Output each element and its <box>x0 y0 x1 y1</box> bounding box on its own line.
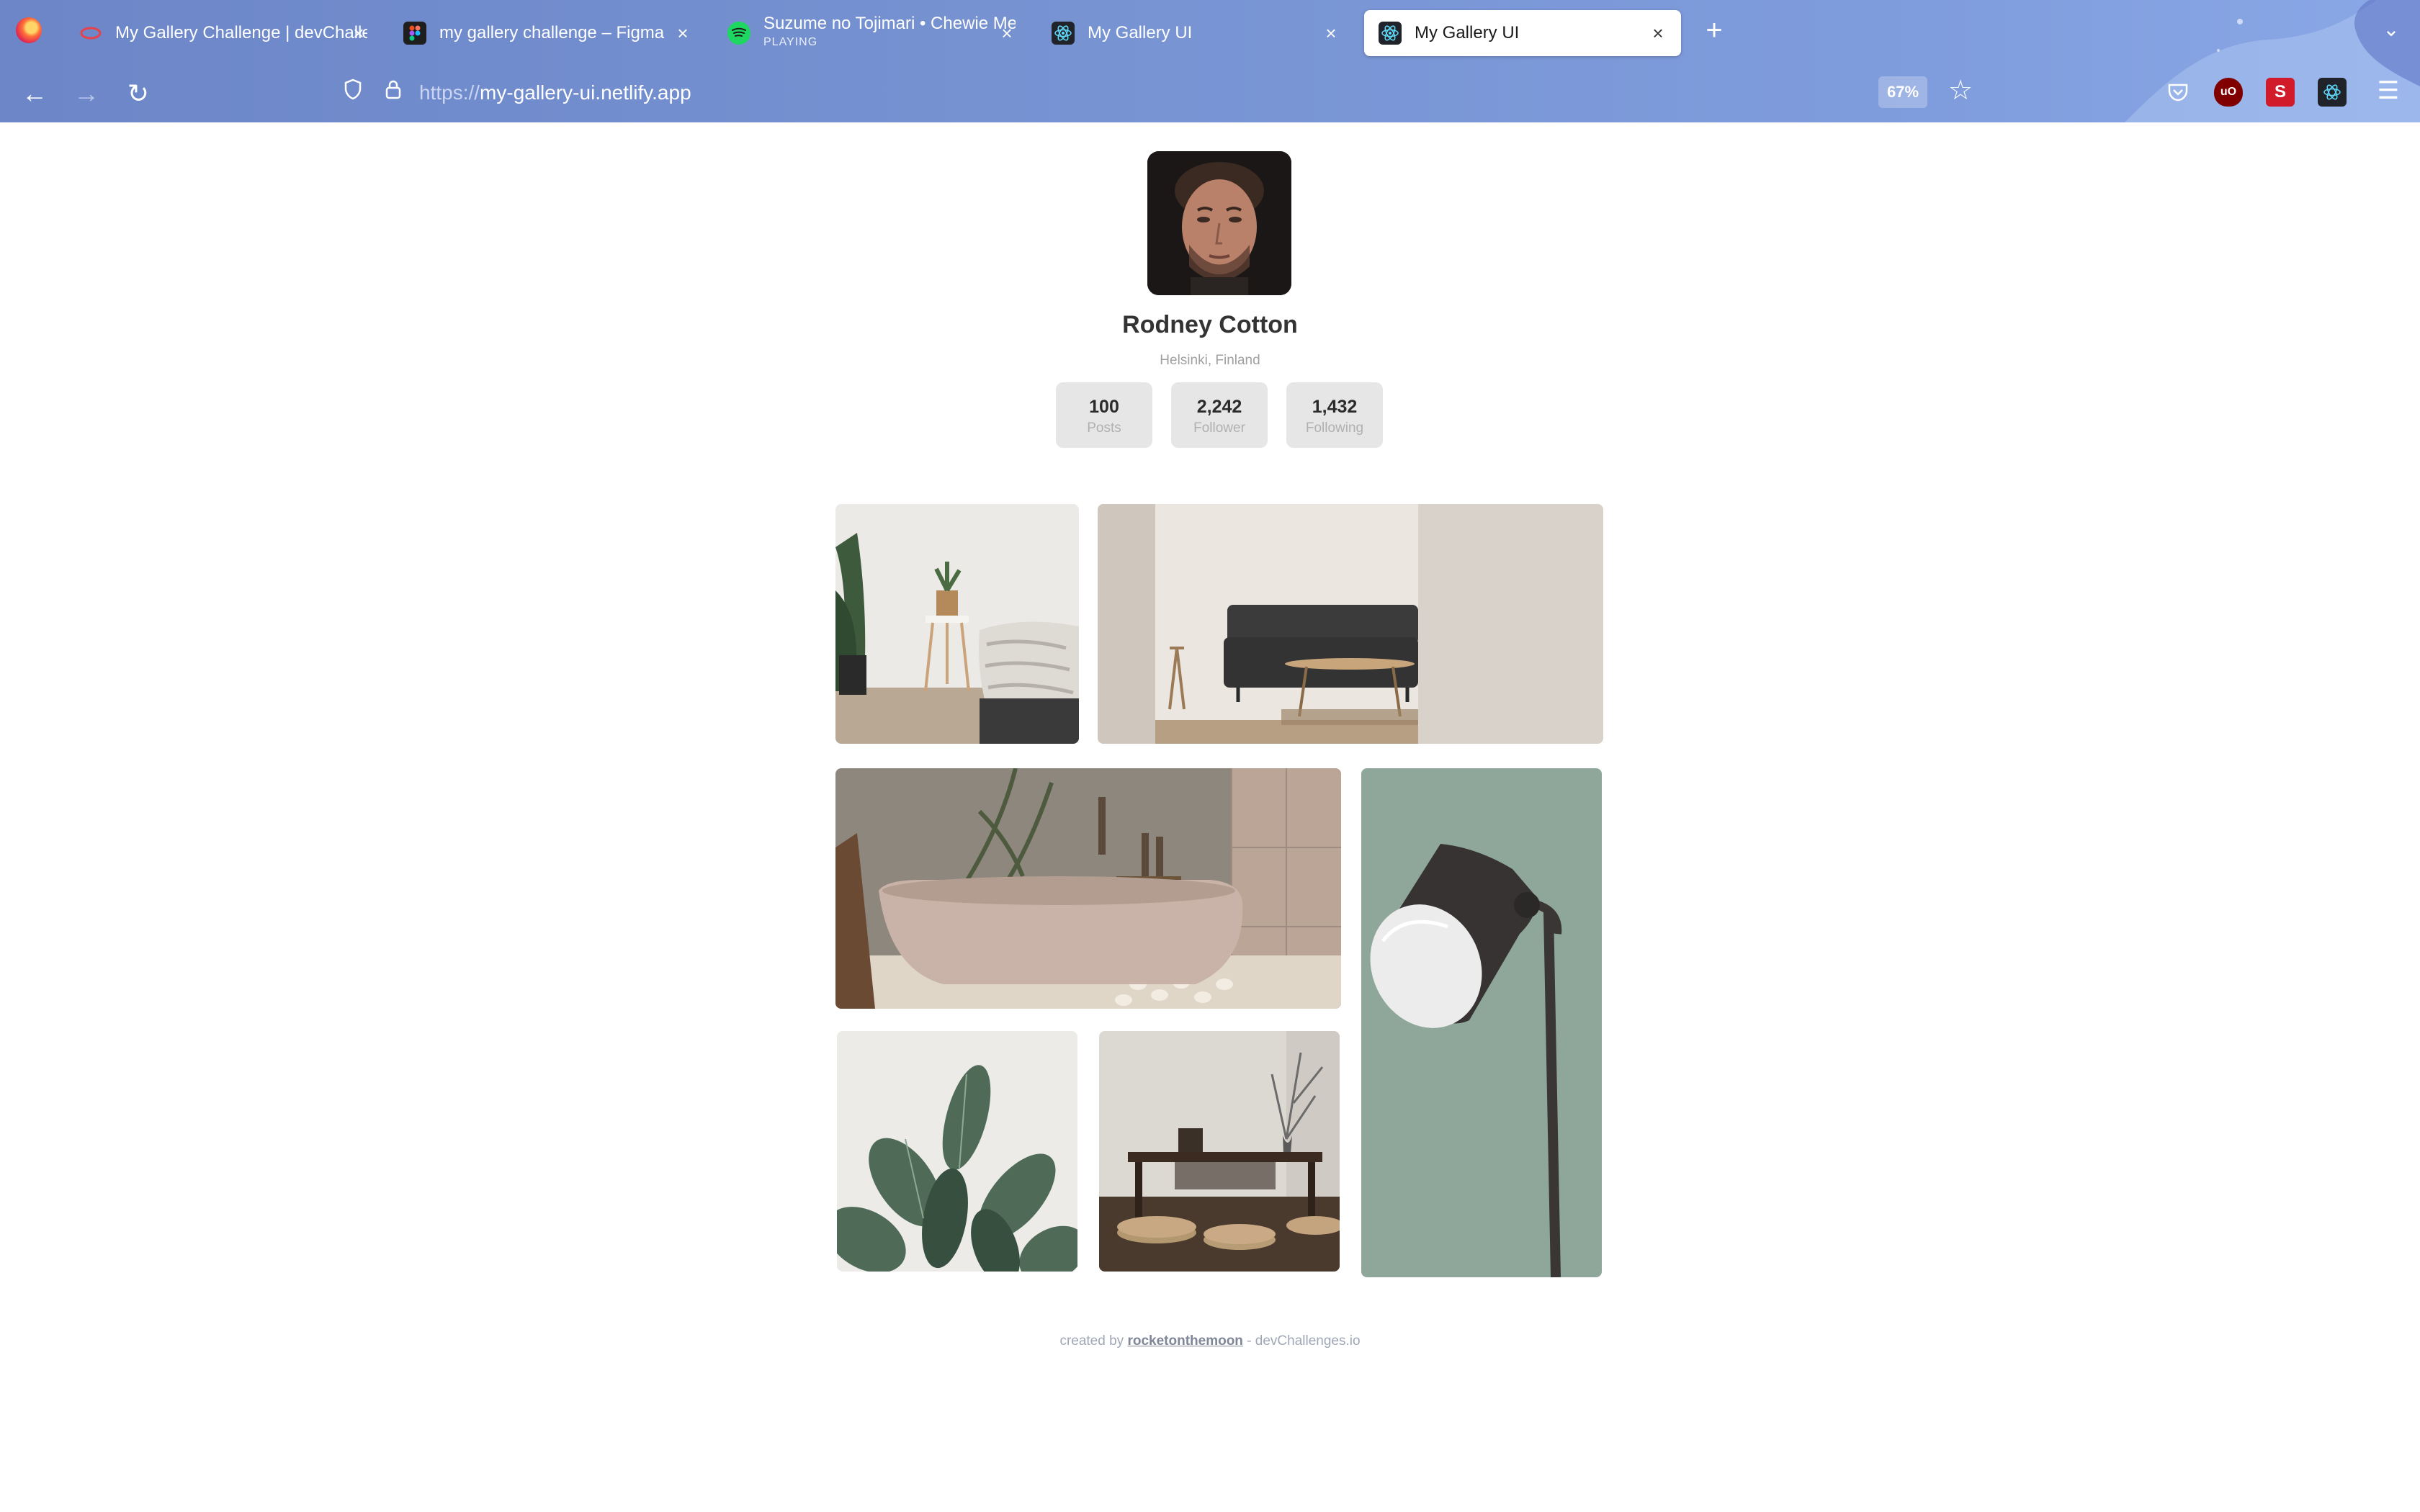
portrait-image <box>1147 151 1291 295</box>
close-tab-icon[interactable]: × <box>1648 23 1668 43</box>
profile-location: Helsinki, Finland <box>1160 353 1260 368</box>
tab-my-gallery-ui-active[interactable]: My Gallery UI × <box>1364 10 1681 56</box>
hamburger-menu-icon[interactable]: ☰ <box>2374 76 2403 105</box>
bathtub-photo[interactable] <box>835 768 1341 1009</box>
footer-prefix: created by <box>1059 1333 1124 1349</box>
avatar <box>1147 151 1291 295</box>
tab-title-block: Suzume no Tojimari • Chewie Melodies PLA… <box>763 14 1016 52</box>
tab-title: Suzume no Tojimari • Chewie Melodies <box>763 14 1016 33</box>
zoom-level-badge[interactable]: 67% <box>1878 76 1928 108</box>
browser-chrome: My Gallery Challenge | devChallenges × m… <box>0 0 2420 122</box>
floor-lamp-photo[interactable] <box>1361 768 1602 1277</box>
url-scheme: https:// <box>419 81 480 104</box>
profile-name: Rodney Cotton <box>1122 311 1298 338</box>
stat-following: 1,432 Following <box>1286 382 1383 448</box>
tea-table-photo[interactable] <box>1099 1031 1340 1272</box>
tab-title: my gallery challenge – Figma <box>439 23 665 42</box>
close-tab-icon[interactable]: × <box>1321 23 1341 43</box>
back-arrow-icon[interactable]: ← <box>19 78 50 109</box>
stat-value: 100 <box>1089 397 1119 417</box>
react-icon <box>1379 22 1402 45</box>
bedroom-plant-photo[interactable] <box>835 504 1079 744</box>
shield-icon[interactable] <box>339 78 367 107</box>
tab-my-gallery-ui[interactable]: My Gallery UI × <box>1037 10 1354 56</box>
tab-title: My Gallery UI <box>1088 23 1193 42</box>
spotify-icon <box>727 22 750 45</box>
react-devtools-icon[interactable] <box>2318 78 2347 107</box>
living-room-sofa-photo[interactable] <box>1098 504 1603 744</box>
stat-value: 1,432 <box>1312 397 1358 417</box>
extension-s-icon[interactable]: S <box>2266 78 2295 107</box>
url-text[interactable]: https://my-gallery-ui.netlify.app <box>419 81 691 104</box>
reload-icon[interactable]: ↻ <box>122 78 154 109</box>
stat-label: Follower <box>1193 420 1245 436</box>
page-content: Rodney Cotton Helsinki, Finland 100 Post… <box>0 122 2420 1512</box>
tab-devchallenges[interactable]: My Gallery Challenge | devChallenges × <box>65 10 382 56</box>
footer-credit: created by rocketonthemoon - devChalleng… <box>0 1333 2420 1349</box>
firefox-icon[interactable] <box>16 17 42 43</box>
author-link[interactable]: rocketonthemoon <box>1127 1333 1242 1349</box>
tab-title: My Gallery UI <box>1415 23 1520 42</box>
bookmark-star-icon[interactable]: ☆ <box>1945 75 1976 107</box>
stat-followers: 2,242 Follower <box>1171 382 1268 448</box>
devchallenges-icon <box>79 22 102 45</box>
url-bar[interactable]: https://my-gallery-ui.netlify.app <box>339 72 1937 114</box>
tab-figma[interactable]: my gallery challenge – Figma × <box>389 10 706 56</box>
list-all-tabs-chevron-icon[interactable]: ⌄ <box>2378 17 2404 43</box>
tab-bar: My Gallery Challenge | devChallenges × m… <box>0 0 2420 63</box>
close-tab-icon[interactable]: × <box>997 23 1017 43</box>
stat-posts: 100 Posts <box>1056 382 1152 448</box>
stat-label: Following <box>1305 420 1364 436</box>
new-tab-button[interactable]: + <box>1700 16 1729 45</box>
figma-icon <box>403 22 426 45</box>
url-host: my-gallery-ui.netlify.app <box>480 81 691 104</box>
lock-icon[interactable] <box>379 78 408 107</box>
rubber-plant-photo[interactable] <box>837 1031 1077 1272</box>
tab-playing-label: PLAYING <box>763 36 818 48</box>
ublock-origin-icon[interactable]: uO <box>2214 78 2243 107</box>
footer-suffix: - devChallenges.io <box>1247 1333 1361 1349</box>
react-icon <box>1052 22 1075 45</box>
stat-label: Posts <box>1087 420 1121 436</box>
close-tab-icon[interactable]: × <box>349 23 369 43</box>
pocket-icon[interactable] <box>2164 78 2192 107</box>
navigation-toolbar: ← → ↻ https://my-gallery-ui.netlify.app <box>0 63 2420 122</box>
stat-value: 2,242 <box>1196 397 1242 417</box>
forward-arrow-icon[interactable]: → <box>71 78 102 109</box>
tab-title: My Gallery Challenge | devChallenges <box>115 23 367 42</box>
tab-spotify[interactable]: Suzume no Tojimari • Chewie Melodies PLA… <box>713 10 1030 56</box>
close-tab-icon[interactable]: × <box>673 23 693 43</box>
